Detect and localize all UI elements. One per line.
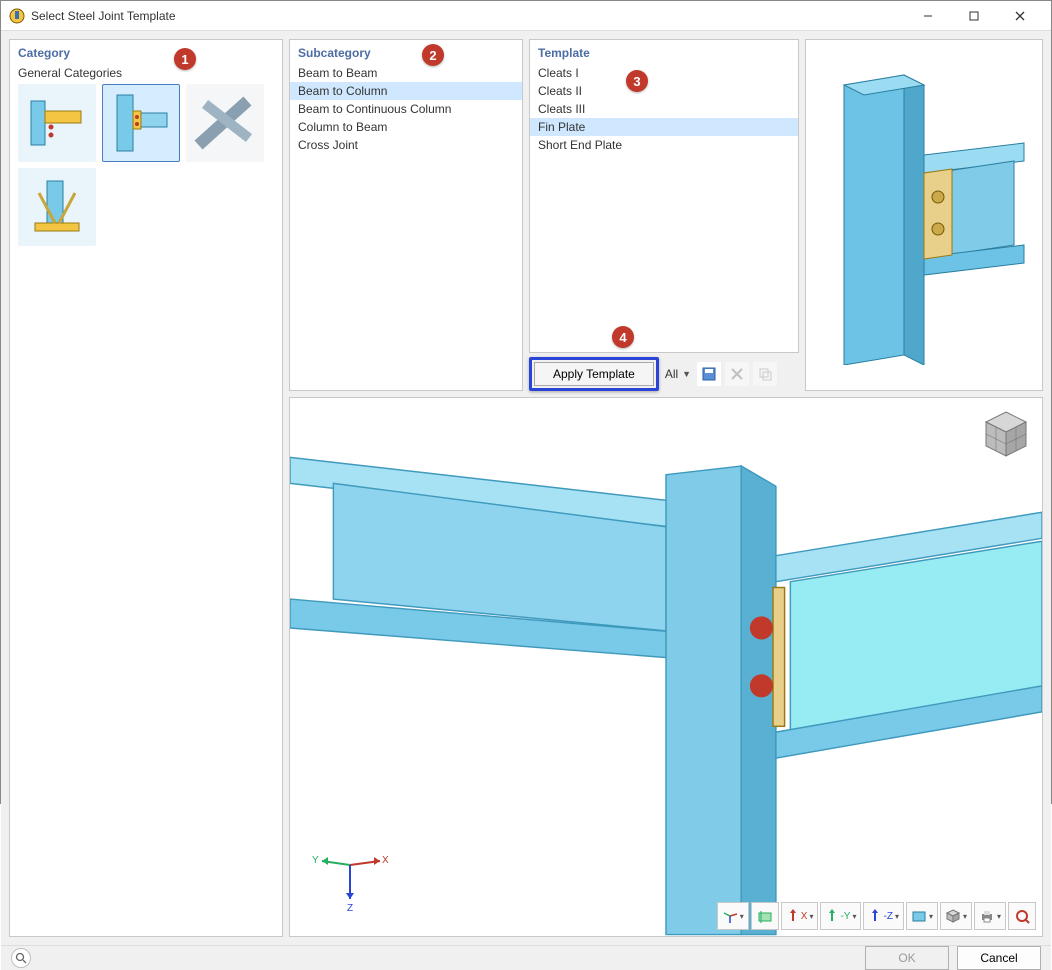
list-item[interactable]: Beam to Continuous Column xyxy=(290,100,522,118)
category-grid xyxy=(10,84,282,246)
model-viewport-illustration xyxy=(290,398,1042,936)
category-thumb-3[interactable] xyxy=(18,168,96,246)
reset-view-button[interactable] xyxy=(1008,902,1036,930)
subcategory-header: Subcategory xyxy=(290,40,522,64)
cancel-button[interactable]: Cancel xyxy=(957,946,1041,970)
subcategory-list: Beam to Beam Beam to Column Beam to Cont… xyxy=(290,64,522,154)
ok-button[interactable]: OK xyxy=(865,946,949,970)
list-item[interactable]: Cleats I xyxy=(530,64,798,82)
save-template-button[interactable] xyxy=(697,362,721,386)
title-bar: Select Steel Joint Template xyxy=(1,1,1051,31)
view-cube[interactable] xyxy=(980,408,1032,463)
chevron-down-icon: ▾ xyxy=(997,912,1001,921)
help-search-button[interactable] xyxy=(11,948,31,968)
app-icon xyxy=(9,8,25,24)
apply-filter-select[interactable]: All ▼ xyxy=(663,365,693,383)
chevron-down-icon: ▾ xyxy=(852,912,856,921)
apply-template-highlight: Apply Template xyxy=(529,357,659,391)
window-minimize-button[interactable] xyxy=(905,1,951,31)
print-button[interactable]: ▾ xyxy=(974,902,1006,930)
list-item[interactable]: Short End Plate xyxy=(530,136,798,154)
view-z-button[interactable]: -Z ▾ xyxy=(863,902,903,930)
delete-template-button[interactable] xyxy=(725,362,749,386)
axis-label: -Y xyxy=(840,911,850,922)
chevron-down-icon: ▾ xyxy=(740,912,744,921)
chevron-down-icon: ▾ xyxy=(929,912,933,921)
viewport-toolbar: ▾ X ▾ -Y ▾ -Z ▾ xyxy=(717,902,1036,930)
svg-text:Z: Z xyxy=(347,903,353,913)
show-dimensions-button[interactable] xyxy=(751,902,779,930)
display-mode-button[interactable]: ▾ xyxy=(906,902,938,930)
apply-filter-value: All xyxy=(665,367,678,381)
category-header: Category xyxy=(10,40,282,64)
window-title: Select Steel Joint Template xyxy=(31,9,176,23)
template-preview-panel xyxy=(805,39,1043,391)
list-item[interactable]: Beam to Column xyxy=(290,82,522,100)
window-close-button[interactable] xyxy=(997,1,1043,31)
category-thumb-1[interactable] xyxy=(102,84,180,162)
chevron-down-icon: ▼ xyxy=(682,369,691,379)
category-thumb-2[interactable] xyxy=(186,84,264,162)
callout-badge-2: 2 xyxy=(422,44,444,66)
callout-badge-4: 4 xyxy=(612,326,634,348)
model-viewport-panel[interactable]: X Y Z xyxy=(289,397,1043,937)
view-y-button[interactable]: -Y ▾ xyxy=(820,902,861,930)
apply-template-button[interactable]: Apply Template xyxy=(534,362,654,386)
axis-label: X xyxy=(801,911,808,922)
template-list-panel: Template 3 Cleats I Cleats II Cleats III… xyxy=(529,39,799,353)
callout-badge-3: 3 xyxy=(626,70,648,92)
chevron-down-icon: ▾ xyxy=(963,912,967,921)
view-x-button[interactable]: X ▾ xyxy=(781,902,819,930)
template-list: Cleats I Cleats II Cleats III Fin Plate … xyxy=(530,64,798,154)
category-thumb-0[interactable] xyxy=(18,84,96,162)
apply-toolbar: Apply Template All ▼ xyxy=(529,353,799,391)
axis-gizmo: X Y Z xyxy=(310,833,390,916)
list-item[interactable]: Beam to Beam xyxy=(290,64,522,82)
svg-text:Y: Y xyxy=(312,855,319,866)
window-maximize-button[interactable] xyxy=(951,1,997,31)
chevron-down-icon: ▾ xyxy=(809,912,813,921)
list-item[interactable]: Cleats II xyxy=(530,82,798,100)
template-area: Template 3 Cleats I Cleats II Cleats III… xyxy=(529,39,1043,391)
callout-badge-1: 1 xyxy=(174,48,196,70)
chevron-down-icon: ▾ xyxy=(895,912,899,921)
list-item[interactable]: Cross Joint xyxy=(290,136,522,154)
category-section-label: General Categories xyxy=(10,64,282,84)
dialog-footer: OK Cancel xyxy=(1,945,1051,970)
list-item[interactable]: Column to Beam xyxy=(290,118,522,136)
subcategory-panel: Subcategory 2 Beam to Beam Beam to Colum… xyxy=(289,39,523,391)
svg-text:X: X xyxy=(382,855,389,866)
isometric-button[interactable]: ▾ xyxy=(940,902,972,930)
duplicate-template-button[interactable] xyxy=(753,362,777,386)
template-header: Template xyxy=(530,40,798,64)
list-item[interactable]: Cleats III xyxy=(530,100,798,118)
axis-toggle-button[interactable]: ▾ xyxy=(717,902,749,930)
axis-label: -Z xyxy=(883,911,892,922)
list-item[interactable]: Fin Plate xyxy=(530,118,798,136)
preview-3d-illustration xyxy=(814,65,1034,365)
category-panel: Category 1 General Categories xyxy=(9,39,283,937)
